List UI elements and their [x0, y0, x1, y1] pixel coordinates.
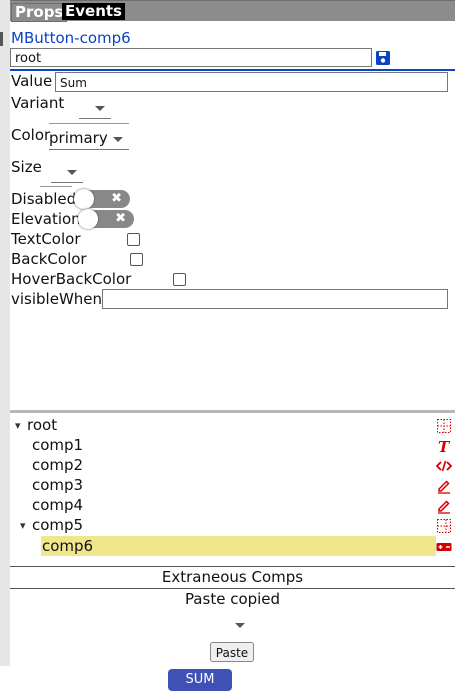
code-icon [436, 460, 452, 472]
chevron-down-icon [67, 170, 77, 175]
close-icon: ✖ [111, 191, 122, 206]
backcolor-checkbox[interactable] [130, 253, 143, 266]
selected-row-highlight [41, 536, 436, 556]
select-top-line [40, 186, 72, 187]
tree-item-root[interactable]: root [27, 416, 57, 434]
tab-props[interactable]: Props [11, 3, 68, 22]
textcolor-label: TextColor [11, 230, 81, 248]
hoverbackcolor-label: HoverBackColor [11, 270, 132, 288]
component-title: MButton-comp6 [11, 29, 131, 47]
tree-item-comp2[interactable]: comp2 [32, 456, 83, 474]
grid-icon [437, 419, 451, 433]
save-icon[interactable] [375, 50, 391, 66]
elevation-label: Elevation [11, 210, 81, 228]
size-label: Size [11, 158, 42, 176]
color-label: Color [11, 126, 51, 144]
component-name-input[interactable]: root [10, 48, 372, 67]
backcolor-label: BackColor [11, 250, 87, 268]
paste-button[interactable]: Paste [210, 642, 254, 662]
section-divider [10, 588, 455, 589]
chevron-down-icon[interactable] [235, 623, 245, 628]
visiblewhen-input[interactable] [102, 289, 448, 309]
variant-label: Variant [11, 94, 65, 112]
extraneous-comps-title: Extraneous Comps [161, 568, 304, 586]
close-icon: ✖ [115, 211, 126, 226]
size-select[interactable] [51, 160, 83, 183]
tab-bar: Props Events [10, 0, 455, 22]
chevron-down-icon [113, 137, 123, 142]
button-icon [436, 543, 452, 551]
hoverbackcolor-checkbox[interactable] [173, 273, 186, 286]
pencil-icon [438, 480, 450, 494]
elevation-toggle[interactable]: ✖ [78, 209, 134, 229]
properties-panel: Props Events MButton-comp6 root Value Su… [10, 0, 455, 666]
tree-item-comp3[interactable]: comp3 [32, 476, 83, 494]
disabled-label: Disabled [11, 190, 77, 208]
tree-item-comp1[interactable]: comp1 [32, 436, 83, 454]
pencil-icon [438, 500, 450, 514]
disabled-toggle[interactable]: ✖ [74, 189, 130, 209]
tree-item-comp6[interactable]: comp6 [42, 537, 93, 555]
svg-text:T: T [438, 438, 451, 454]
toggle-knob [74, 189, 94, 209]
variant-select[interactable] [79, 96, 111, 119]
tree-item-comp5[interactable]: comp5 [32, 516, 83, 534]
toggle-knob [78, 209, 98, 229]
visiblewhen-label: visibleWhen [11, 290, 103, 308]
chevron-down-icon[interactable]: ▾ [15, 419, 21, 432]
select-top-line [49, 123, 129, 124]
tree-item-comp4[interactable]: comp4 [32, 496, 83, 514]
chevron-down-icon[interactable]: ▾ [20, 519, 26, 532]
resize-handle[interactable] [0, 32, 3, 46]
section-divider [10, 566, 455, 567]
panel-divider[interactable] [10, 410, 455, 413]
textcolor-checkbox[interactable] [127, 233, 140, 246]
value-label: Value [11, 72, 53, 90]
grid-icon [437, 519, 451, 533]
color-select-value: primary [49, 129, 108, 147]
color-select[interactable]: primary [49, 123, 129, 150]
value-input[interactable]: Sum [55, 72, 448, 92]
tab-events[interactable]: Events [62, 3, 125, 20]
sum-preview-button[interactable]: SUM [168, 669, 232, 691]
text-icon: T [438, 438, 451, 454]
title-underline [10, 69, 455, 71]
paste-copied-label: Paste copied [184, 590, 281, 608]
chevron-down-icon [95, 106, 105, 111]
